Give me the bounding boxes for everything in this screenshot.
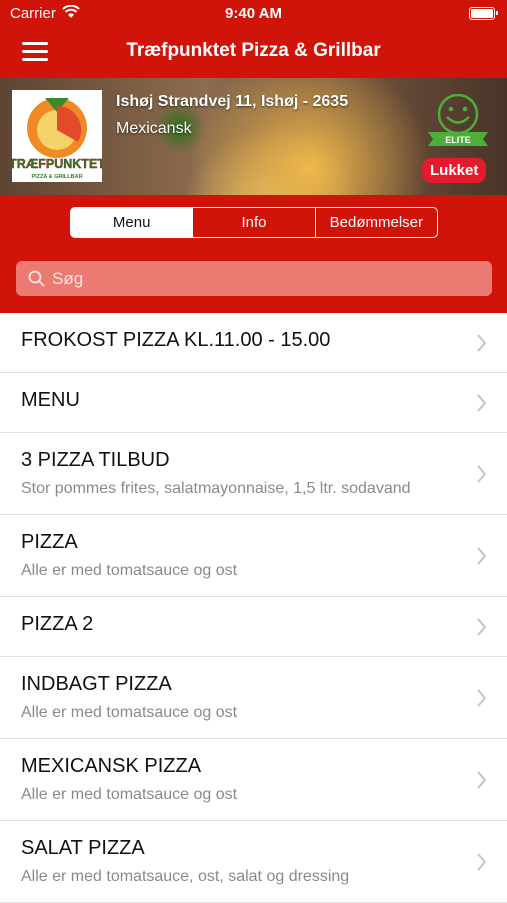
chevron-right-icon	[477, 771, 487, 794]
segmented-control: Menu Info Bedømmelser	[70, 207, 438, 238]
list-item-salat-pizza[interactable]: SALAT PIZZA Alle er med tomatsauce, ost,…	[0, 821, 507, 903]
list-item-title: PIZZA	[21, 531, 78, 553]
status-badge: Lukket	[422, 158, 487, 183]
logo-text: TRÆFPUNKTET	[12, 157, 102, 171]
elite-smiley-icon: ELITE	[425, 93, 491, 155]
clock: 9:40 AM	[225, 5, 282, 22]
list-item-mexicansk-pizza[interactable]: MEXICANSK PIZZA Alle er med tomatsauce o…	[0, 739, 507, 821]
elite-label: ELITE	[445, 135, 471, 145]
search-icon	[28, 270, 45, 292]
tab-info[interactable]: Info	[192, 208, 314, 237]
tab-bar-container: Menu Info Bedømmelser	[0, 195, 507, 247]
list-item-frokost-pizza[interactable]: FROKOST PIZZA KL.11.00 - 15.00	[0, 313, 507, 373]
chevron-right-icon	[477, 853, 487, 876]
list-item-subtitle: Alle er med tomatsauce og ost	[21, 786, 238, 803]
page-title: Træfpunktet Pizza & Grillbar	[126, 40, 381, 61]
list-item-title: MENU	[21, 389, 80, 411]
chevron-right-icon	[477, 394, 487, 417]
list-item-pizza-2[interactable]: PIZZA 2	[0, 597, 507, 657]
search-container	[0, 247, 507, 313]
chevron-right-icon	[477, 334, 487, 357]
restaurant-header: TRÆFPUNKTET PIZZA & GRILLBAR Ishøj Stran…	[0, 78, 507, 195]
list-item-subtitle: Alle er med tomatsauce og ost	[21, 704, 238, 721]
restaurant-logo: TRÆFPUNKTET PIZZA & GRILLBAR	[12, 90, 102, 182]
battery-icon	[469, 7, 498, 20]
list-item-title: PIZZA 2	[21, 613, 94, 635]
status-bar: Carrier 9:40 AM	[0, 0, 507, 28]
restaurant-address: Ishøj Strandvej 11, Ishøj - 2635	[116, 93, 349, 110]
list-item-title: 3 PIZZA TILBUD	[21, 449, 170, 471]
restaurant-cuisine: Mexicansk	[116, 120, 192, 137]
list-item-menu[interactable]: MENU	[0, 373, 507, 433]
list-item-subtitle: Stor pommes frites, salatmayonnaise, 1,5…	[21, 480, 411, 497]
tab-menu[interactable]: Menu	[71, 208, 193, 237]
chevron-right-icon	[477, 618, 487, 641]
tab-ratings[interactable]: Bedømmelser	[314, 208, 437, 237]
navigation-bar: Træfpunktet Pizza & Grillbar	[0, 28, 507, 78]
list-item-title: MEXICANSK PIZZA	[21, 755, 202, 777]
chevron-right-icon	[477, 689, 487, 712]
search-bar[interactable]	[16, 261, 492, 296]
list-item-indbagt-pizza[interactable]: INDBAGT PIZZA Alle er med tomatsauce og …	[0, 657, 507, 739]
search-input[interactable]	[52, 261, 472, 296]
list-item-subtitle: Alle er med tomatsauce, ost, salat og dr…	[21, 868, 350, 885]
list-item-3-pizza-tilbud[interactable]: 3 PIZZA TILBUD Stor pommes frites, salat…	[0, 433, 507, 515]
chevron-right-icon	[477, 465, 487, 488]
list-item-title: SALAT PIZZA	[21, 837, 145, 859]
list-item-title: FROKOST PIZZA KL.11.00 - 15.00	[21, 329, 331, 351]
list-item-subtitle: Alle er med tomatsauce og ost	[21, 562, 238, 579]
chevron-right-icon	[477, 547, 487, 570]
menu-category-list: FROKOST PIZZA KL.11.00 - 15.00 MENU 3 PI…	[0, 313, 507, 903]
list-item-pizza[interactable]: PIZZA Alle er med tomatsauce og ost	[0, 515, 507, 597]
logo-subtext: PIZZA & GRILLBAR	[31, 174, 82, 180]
list-item-title: INDBAGT PIZZA	[21, 673, 172, 695]
